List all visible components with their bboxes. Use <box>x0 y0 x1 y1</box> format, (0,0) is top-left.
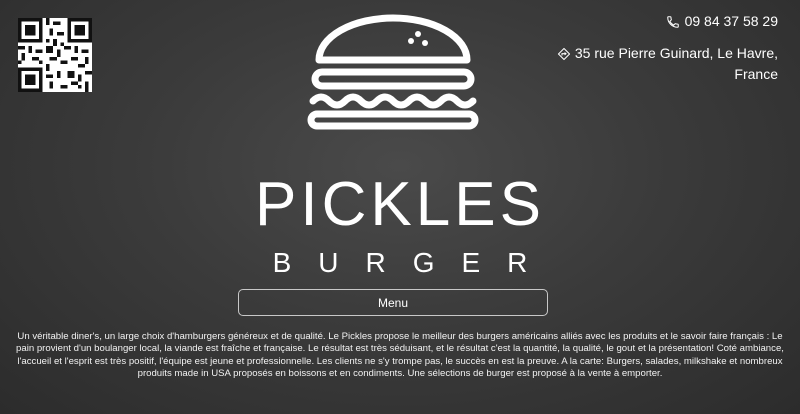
address-line-2: France <box>734 66 778 82</box>
contact-info: 09 84 37 58 29 35 rue Pierre Guinard, Le… <box>518 11 778 85</box>
menu-button[interactable]: Menu <box>238 289 548 316</box>
phone-link[interactable]: 09 84 37 58 29 <box>518 11 778 32</box>
address-link[interactable]: 35 rue Pierre Guinard, Le Havre, France <box>518 43 778 85</box>
phone-icon <box>666 15 679 28</box>
brand-name: PICKLES <box>255 170 545 239</box>
restaurant-description: Un véritable diner's, un large choix d'h… <box>16 331 784 379</box>
phone-number: 09 84 37 58 29 <box>684 13 778 29</box>
menu-button-label: Menu <box>377 295 409 310</box>
address-line-1: 35 rue Pierre Guinard, Le Havre, <box>574 45 778 61</box>
directions-icon <box>557 47 570 60</box>
burger-logo-icon <box>307 14 479 130</box>
brand-subtitle: BURGER <box>272 247 555 278</box>
qr-code-icon <box>18 18 92 92</box>
